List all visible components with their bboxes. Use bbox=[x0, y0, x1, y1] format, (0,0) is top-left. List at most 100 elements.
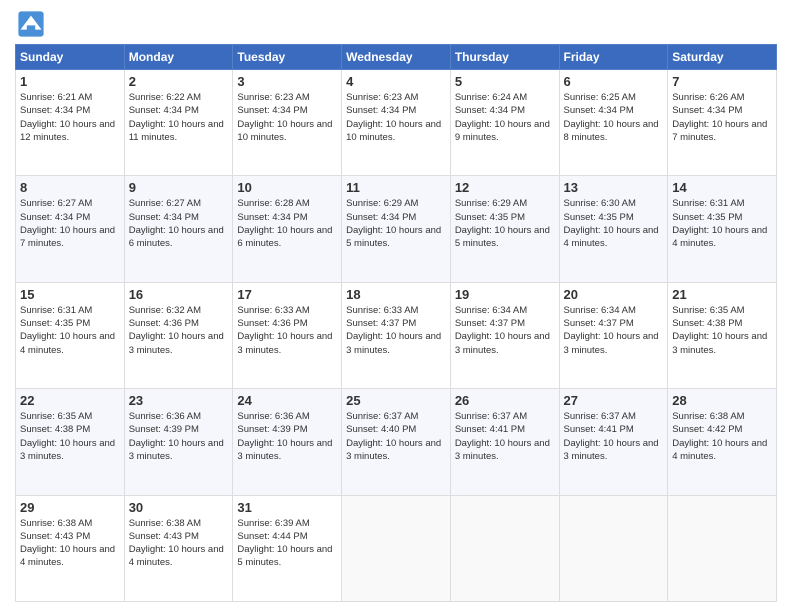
day-number: 22 bbox=[20, 393, 120, 408]
calendar-cell: 4Sunrise: 6:23 AM Sunset: 4:34 PM Daylig… bbox=[342, 70, 451, 176]
day-number: 21 bbox=[672, 287, 772, 302]
day-info: Sunrise: 6:28 AM Sunset: 4:34 PM Dayligh… bbox=[237, 197, 337, 250]
week-row-3: 22 Sunrise: 6:35 AM Sunset: 4:38 PM Dayli… bbox=[16, 389, 777, 495]
day-header-saturday: Saturday bbox=[668, 45, 777, 70]
calendar-cell: 20 Sunrise: 6:34 AM Sunset: 4:37 PM Dayli… bbox=[559, 282, 668, 388]
day-number: 1 bbox=[20, 74, 120, 89]
calendar-header-row: SundayMondayTuesdayWednesdayThursdayFrid… bbox=[16, 45, 777, 70]
day-header-sunday: Sunday bbox=[16, 45, 125, 70]
calendar-cell: 30Sunrise: 6:38 AM Sunset: 4:43 PM Dayli… bbox=[124, 495, 233, 601]
calendar-cell: 17Sunrise: 6:33 AM Sunset: 4:36 PM Dayli… bbox=[233, 282, 342, 388]
day-header-monday: Monday bbox=[124, 45, 233, 70]
calendar-cell: 9Sunrise: 6:27 AM Sunset: 4:34 PM Daylig… bbox=[124, 176, 233, 282]
day-number: 4 bbox=[346, 74, 446, 89]
week-row-4: 29 Sunrise: 6:38 AM Sunset: 4:43 PM Dayli… bbox=[16, 495, 777, 601]
day-number: 13 bbox=[564, 180, 664, 195]
day-number: 3 bbox=[237, 74, 337, 89]
calendar-cell bbox=[559, 495, 668, 601]
day-number: 20 bbox=[564, 287, 664, 302]
day-info: Sunrise: 6:35 AM Sunset: 4:38 PM Dayligh… bbox=[20, 410, 120, 463]
day-info: Sunrise: 6:27 AM Sunset: 4:34 PM Dayligh… bbox=[20, 197, 120, 250]
calendar-cell: 13 Sunrise: 6:30 AM Sunset: 4:35 PM Dayli… bbox=[559, 176, 668, 282]
day-info: Sunrise: 6:37 AM Sunset: 4:40 PM Dayligh… bbox=[346, 410, 446, 463]
day-number: 15 bbox=[20, 287, 120, 302]
day-number: 24 bbox=[237, 393, 337, 408]
day-header-friday: Friday bbox=[559, 45, 668, 70]
day-info: Sunrise: 6:36 AM Sunset: 4:39 PM Dayligh… bbox=[129, 410, 229, 463]
day-info: Sunrise: 6:36 AM Sunset: 4:39 PM Dayligh… bbox=[237, 410, 337, 463]
day-info: Sunrise: 6:32 AM Sunset: 4:36 PM Dayligh… bbox=[129, 304, 229, 357]
day-number: 6 bbox=[564, 74, 664, 89]
week-row-1: 8 Sunrise: 6:27 AM Sunset: 4:34 PM Daylig… bbox=[16, 176, 777, 282]
calendar-cell: 10 Sunrise: 6:28 AM Sunset: 4:34 PM Dayli… bbox=[233, 176, 342, 282]
day-info: Sunrise: 6:35 AM Sunset: 4:38 PM Dayligh… bbox=[672, 304, 772, 357]
day-info: Sunrise: 6:22 AM Sunset: 4:34 PM Dayligh… bbox=[129, 91, 229, 144]
calendar-cell: 6 Sunrise: 6:25 AM Sunset: 4:34 PM Daylig… bbox=[559, 70, 668, 176]
day-info: Sunrise: 6:21 AM Sunset: 4:34 PM Dayligh… bbox=[20, 91, 120, 144]
calendar-cell: 5 Sunrise: 6:24 AM Sunset: 4:34 PM Daylig… bbox=[450, 70, 559, 176]
calendar-cell: 2 Sunrise: 6:22 AM Sunset: 4:34 PM Daylig… bbox=[124, 70, 233, 176]
day-number: 11 bbox=[346, 180, 446, 195]
day-number: 14 bbox=[672, 180, 772, 195]
day-number: 27 bbox=[564, 393, 664, 408]
calendar-cell: 24 Sunrise: 6:36 AM Sunset: 4:39 PM Dayli… bbox=[233, 389, 342, 495]
day-number: 16 bbox=[129, 287, 229, 302]
calendar-cell: 8 Sunrise: 6:27 AM Sunset: 4:34 PM Daylig… bbox=[16, 176, 125, 282]
calendar-cell: 31 Sunrise: 6:39 AM Sunset: 4:44 PM Dayli… bbox=[233, 495, 342, 601]
day-number: 12 bbox=[455, 180, 555, 195]
day-number: 2 bbox=[129, 74, 229, 89]
day-number: 31 bbox=[237, 500, 337, 515]
calendar-cell: 29 Sunrise: 6:38 AM Sunset: 4:43 PM Dayli… bbox=[16, 495, 125, 601]
day-info: Sunrise: 6:39 AM Sunset: 4:44 PM Dayligh… bbox=[237, 517, 337, 570]
calendar-cell: 18 Sunrise: 6:33 AM Sunset: 4:37 PM Dayli… bbox=[342, 282, 451, 388]
logo bbox=[15, 10, 45, 38]
week-row-2: 15 Sunrise: 6:31 AM Sunset: 4:35 PM Dayli… bbox=[16, 282, 777, 388]
day-number: 8 bbox=[20, 180, 120, 195]
day-info: Sunrise: 6:38 AM Sunset: 4:42 PM Dayligh… bbox=[672, 410, 772, 463]
calendar-cell: 16 Sunrise: 6:32 AM Sunset: 4:36 PM Dayli… bbox=[124, 282, 233, 388]
calendar-cell: 19 Sunrise: 6:34 AM Sunset: 4:37 PM Dayli… bbox=[450, 282, 559, 388]
calendar-cell: 22 Sunrise: 6:35 AM Sunset: 4:38 PM Dayli… bbox=[16, 389, 125, 495]
calendar-cell: 25 Sunrise: 6:37 AM Sunset: 4:40 PM Dayli… bbox=[342, 389, 451, 495]
day-number: 19 bbox=[455, 287, 555, 302]
day-number: 5 bbox=[455, 74, 555, 89]
calendar-cell bbox=[342, 495, 451, 601]
day-info: Sunrise: 6:37 AM Sunset: 4:41 PM Dayligh… bbox=[564, 410, 664, 463]
calendar-cell: 7Sunrise: 6:26 AM Sunset: 4:34 PM Daylig… bbox=[668, 70, 777, 176]
calendar-cell: 11Sunrise: 6:29 AM Sunset: 4:34 PM Dayli… bbox=[342, 176, 451, 282]
day-info: Sunrise: 6:29 AM Sunset: 4:35 PM Dayligh… bbox=[455, 197, 555, 250]
day-info: Sunrise: 6:38 AM Sunset: 4:43 PM Dayligh… bbox=[20, 517, 120, 570]
day-number: 29 bbox=[20, 500, 120, 515]
day-info: Sunrise: 6:31 AM Sunset: 4:35 PM Dayligh… bbox=[20, 304, 120, 357]
calendar-cell: 27 Sunrise: 6:37 AM Sunset: 4:41 PM Dayli… bbox=[559, 389, 668, 495]
day-number: 18 bbox=[346, 287, 446, 302]
calendar-cell: 26Sunrise: 6:37 AM Sunset: 4:41 PM Dayli… bbox=[450, 389, 559, 495]
page: SundayMondayTuesdayWednesdayThursdayFrid… bbox=[0, 0, 792, 612]
day-info: Sunrise: 6:26 AM Sunset: 4:34 PM Dayligh… bbox=[672, 91, 772, 144]
day-number: 30 bbox=[129, 500, 229, 515]
day-info: Sunrise: 6:34 AM Sunset: 4:37 PM Dayligh… bbox=[455, 304, 555, 357]
day-info: Sunrise: 6:33 AM Sunset: 4:36 PM Dayligh… bbox=[237, 304, 337, 357]
header bbox=[15, 10, 777, 38]
calendar-cell: 12 Sunrise: 6:29 AM Sunset: 4:35 PM Dayli… bbox=[450, 176, 559, 282]
logo-icon bbox=[17, 10, 45, 38]
day-info: Sunrise: 6:27 AM Sunset: 4:34 PM Dayligh… bbox=[129, 197, 229, 250]
day-number: 25 bbox=[346, 393, 446, 408]
day-header-thursday: Thursday bbox=[450, 45, 559, 70]
day-info: Sunrise: 6:31 AM Sunset: 4:35 PM Dayligh… bbox=[672, 197, 772, 250]
day-number: 28 bbox=[672, 393, 772, 408]
calendar-cell bbox=[450, 495, 559, 601]
day-info: Sunrise: 6:34 AM Sunset: 4:37 PM Dayligh… bbox=[564, 304, 664, 357]
day-info: Sunrise: 6:25 AM Sunset: 4:34 PM Dayligh… bbox=[564, 91, 664, 144]
day-info: Sunrise: 6:33 AM Sunset: 4:37 PM Dayligh… bbox=[346, 304, 446, 357]
calendar-cell: 3Sunrise: 6:23 AM Sunset: 4:34 PM Daylig… bbox=[233, 70, 342, 176]
day-number: 26 bbox=[455, 393, 555, 408]
day-info: Sunrise: 6:30 AM Sunset: 4:35 PM Dayligh… bbox=[564, 197, 664, 250]
week-row-0: 1 Sunrise: 6:21 AM Sunset: 4:34 PM Daylig… bbox=[16, 70, 777, 176]
day-number: 10 bbox=[237, 180, 337, 195]
calendar-cell: 1 Sunrise: 6:21 AM Sunset: 4:34 PM Daylig… bbox=[16, 70, 125, 176]
calendar-cell: 28 Sunrise: 6:38 AM Sunset: 4:42 PM Dayli… bbox=[668, 389, 777, 495]
calendar-cell: 21 Sunrise: 6:35 AM Sunset: 4:38 PM Dayli… bbox=[668, 282, 777, 388]
day-info: Sunrise: 6:24 AM Sunset: 4:34 PM Dayligh… bbox=[455, 91, 555, 144]
calendar-cell bbox=[668, 495, 777, 601]
